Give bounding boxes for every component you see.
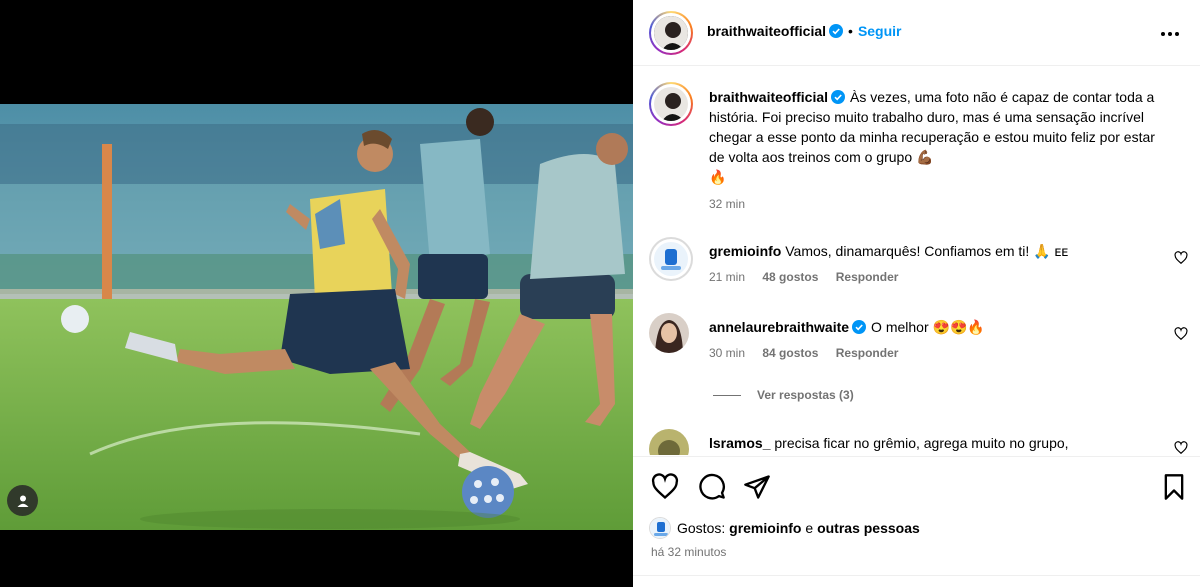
post-side-panel: braithwaiteofficial • Seguir braithwaite… — [633, 0, 1200, 587]
post-timestamp[interactable]: há 32 minutos — [651, 545, 726, 559]
comment-text: Vamos, dinamarquês! Confiamos em ti! 🙏 ᴇ… — [785, 243, 1069, 259]
comment-heart-icon[interactable] — [1174, 251, 1188, 265]
other-likers-link[interactable]: outras pessoas — [817, 520, 920, 536]
liker-username[interactable]: gremioinfo — [729, 520, 801, 536]
post-photo[interactable] — [0, 104, 633, 530]
comment-avatar-ring[interactable] — [649, 237, 693, 281]
comment-item: annelaurebraithwaite O melhor 😍😍🔥 30 min … — [709, 317, 1149, 360]
heart-icon[interactable] — [651, 473, 679, 501]
author-username[interactable]: braithwaiteofficial — [707, 23, 826, 39]
comment-likes[interactable]: 48 gostos — [762, 270, 818, 284]
liker-avatar[interactable] — [649, 517, 671, 539]
comment-likes[interactable]: 84 gostos — [762, 346, 818, 360]
comment-text: precisa ficar no grêmio, agrega muito no… — [774, 435, 1069, 451]
view-replies-label: Ver respostas (3) — [757, 388, 854, 402]
comment-heart-icon[interactable] — [1174, 441, 1188, 455]
post-viewer: braithwaiteofficial • Seguir braithwaite… — [0, 0, 1200, 587]
comment-heart-icon[interactable] — [1174, 327, 1188, 341]
comment-item: gremioinfo Vamos, dinamarquês! Confiamos… — [709, 241, 1149, 284]
save-icon[interactable] — [1160, 473, 1188, 501]
comment-text: O melhor 😍😍🔥 — [871, 319, 985, 335]
comment-time: 21 min — [709, 270, 746, 284]
verified-icon — [829, 24, 844, 38]
view-replies-button[interactable]: Ver respostas (3) — [713, 388, 854, 402]
author-avatar-ring[interactable] — [649, 11, 693, 55]
author-avatar — [654, 16, 688, 50]
post-media — [0, 0, 633, 587]
comment-icon[interactable] — [698, 473, 726, 501]
reply-button[interactable]: Responder — [836, 346, 899, 360]
user-tag-icon — [17, 495, 28, 507]
post-actions-bar — [633, 456, 1200, 514]
user-tag-button[interactable] — [7, 485, 38, 516]
more-options-icon[interactable] — [1158, 22, 1182, 46]
caption-avatar-ring[interactable] — [649, 82, 693, 126]
photo-illustration — [0, 104, 633, 530]
likes-summary: Gostos: gremioinfo e outras pessoas — [649, 517, 920, 539]
divider — [633, 575, 1200, 576]
comments-scroll-area[interactable]: braithwaiteofficial Às vezes, uma foto nã… — [633, 67, 1200, 455]
caption-avatar — [654, 87, 688, 121]
follow-button[interactable]: Seguir — [858, 23, 902, 39]
comment-avatar[interactable] — [649, 429, 689, 455]
caption-fire-emoji: 🔥 — [709, 169, 727, 185]
comment-username[interactable]: annelaurebraithwaite — [709, 319, 849, 335]
verified-icon — [831, 90, 846, 104]
likes-conj: e — [805, 520, 814, 536]
comment-item: lsramos_ precisa ficar no grêmio, agrega… — [709, 433, 1149, 453]
post-header: braithwaiteofficial • Seguir — [633, 0, 1200, 66]
comment-username[interactable]: lsramos_ — [709, 435, 770, 451]
separator-dot: • — [848, 23, 853, 39]
post-caption: braithwaiteofficial Às vezes, uma foto nã… — [709, 87, 1169, 211]
comment-username[interactable]: gremioinfo — [709, 243, 781, 259]
comment-avatar[interactable] — [649, 313, 689, 353]
comment-avatar — [654, 242, 688, 276]
likes-prefix: Gostos: — [677, 520, 726, 536]
comment-time: 30 min — [709, 346, 746, 360]
replies-divider — [713, 394, 741, 396]
share-icon[interactable] — [743, 473, 771, 501]
caption-username[interactable]: braithwaiteofficial — [709, 89, 828, 105]
caption-time: 32 min — [709, 197, 746, 211]
reply-button[interactable]: Responder — [836, 270, 899, 284]
verified-icon — [852, 320, 867, 334]
